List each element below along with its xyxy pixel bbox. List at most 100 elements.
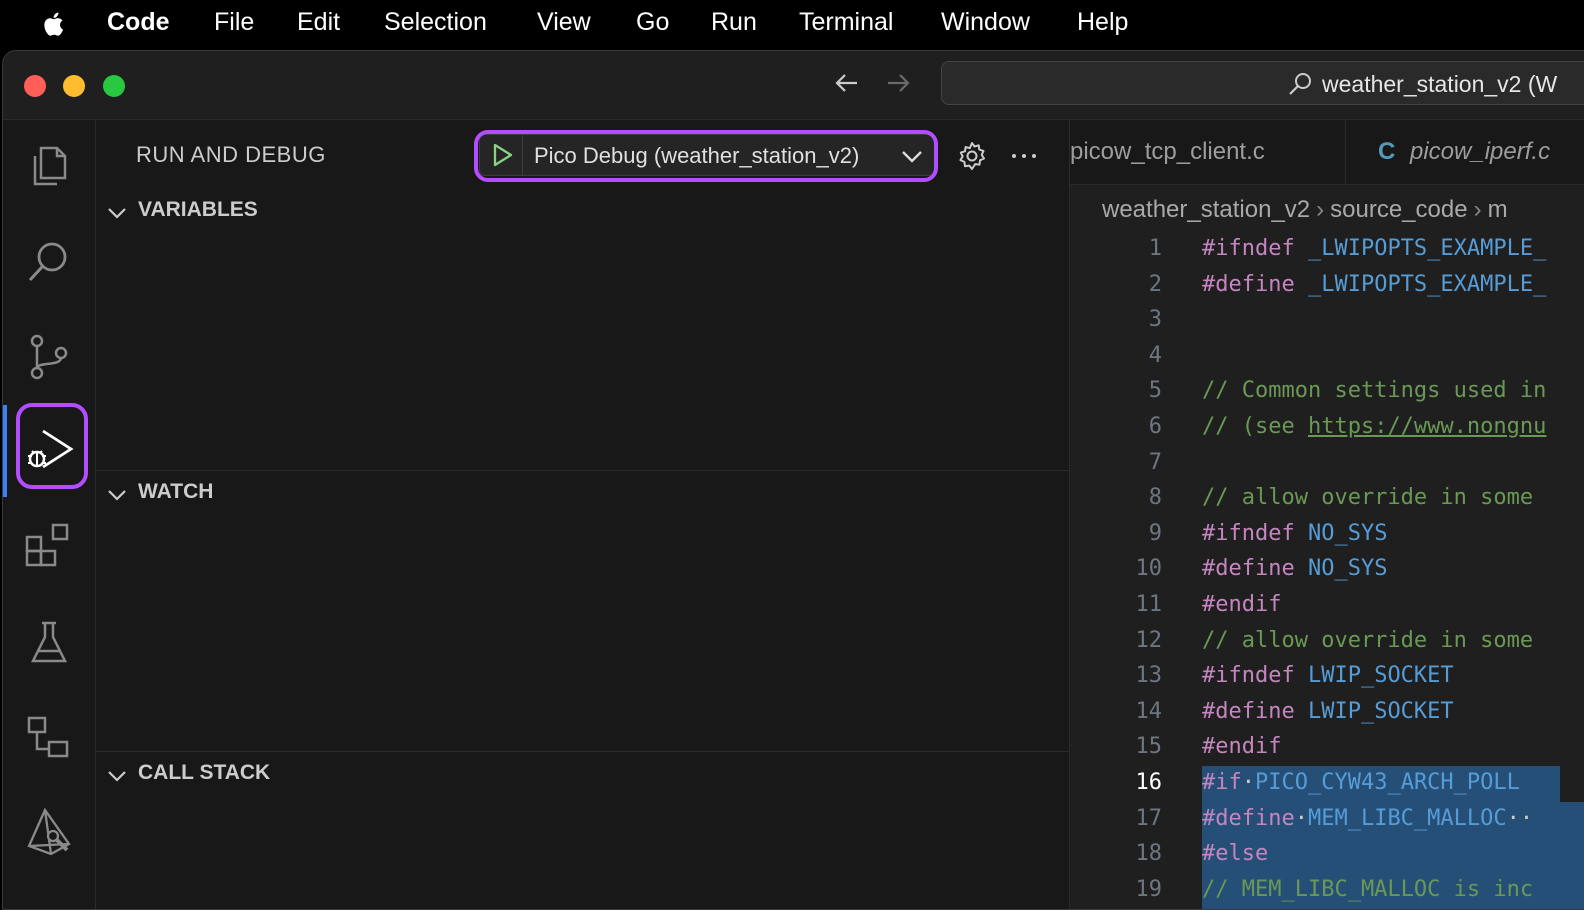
code-text: #define LWIP_SOCKET bbox=[1202, 699, 1454, 724]
code-line[interactable]: 9 #ifndef NO_SYS bbox=[1070, 517, 1584, 553]
code-line[interactable]: 8 // allow override in some bbox=[1070, 481, 1584, 517]
code-line[interactable]: 2 #define _LWIPOPTS_EXAMPLE_ bbox=[1070, 268, 1584, 304]
menu-window[interactable]: Window bbox=[941, 8, 1030, 37]
code-line[interactable]: 12 // allow override in some bbox=[1070, 624, 1584, 660]
section-divider[interactable] bbox=[96, 751, 1069, 752]
code-token: #endif bbox=[1202, 734, 1282, 760]
menu-help[interactable]: Help bbox=[1077, 8, 1128, 37]
menu-go[interactable]: Go bbox=[636, 8, 669, 37]
menu-view[interactable]: View bbox=[537, 8, 591, 37]
breadcrumb-item[interactable]: m bbox=[1488, 196, 1508, 223]
more-actions-icon[interactable] bbox=[1008, 140, 1040, 172]
code-line[interactable]: 3 bbox=[1070, 303, 1584, 339]
code-token: // MEM_LIBC_MALLOC is inc bbox=[1202, 876, 1534, 902]
code-token: #define bbox=[1202, 698, 1295, 724]
line-number: 3 bbox=[1148, 307, 1162, 333]
run-debug-highlight bbox=[16, 403, 88, 489]
code-token: #define bbox=[1202, 271, 1295, 297]
testing-icon[interactable] bbox=[23, 617, 75, 669]
command-center[interactable]: weather_station_v2 (W bbox=[941, 61, 1584, 105]
extensions-icon[interactable] bbox=[23, 521, 75, 573]
code-text: #ifndef _LWIPOPTS_EXAMPLE_ bbox=[1202, 236, 1546, 261]
apple-logo-icon[interactable] bbox=[38, 8, 70, 40]
code-line[interactable]: 1 #ifndef _LWIPOPTS_EXAMPLE_ bbox=[1070, 232, 1584, 268]
chevron-down-icon bbox=[108, 208, 126, 219]
code-token: #ifndef bbox=[1202, 520, 1295, 546]
chevron-down-icon bbox=[108, 771, 126, 782]
code-line[interactable]: 7 bbox=[1070, 446, 1584, 482]
code-line[interactable]: 5 // Common settings used in bbox=[1070, 374, 1584, 410]
code-line[interactable]: 15 #endif bbox=[1070, 730, 1584, 766]
sidebar-title: RUN AND DEBUG bbox=[136, 142, 326, 167]
menu-app-name[interactable]: Code bbox=[107, 8, 170, 37]
code-token: // allow override in some bbox=[1202, 485, 1534, 511]
gear-icon[interactable] bbox=[956, 140, 988, 172]
tab-picow-tcp-client[interactable]: picow_tcp_client.c bbox=[1070, 120, 1345, 184]
menu-bar: Code File Edit Selection View Go Run Ter… bbox=[0, 0, 1584, 46]
explorer-icon[interactable] bbox=[23, 140, 75, 192]
code-line[interactable]: 17 #define·MEM_LIBC_MALLOC·· bbox=[1070, 801, 1584, 838]
code-text: #define·MEM_LIBC_MALLOC·· bbox=[1202, 806, 1533, 831]
breadcrumb-item[interactable]: weather_station_v2 bbox=[1102, 196, 1310, 223]
forward-arrow-icon[interactable] bbox=[882, 67, 914, 99]
active-indicator bbox=[3, 405, 7, 497]
code-token: LWIP_SOCKET bbox=[1307, 663, 1454, 689]
code-line[interactable]: 10 #define NO_SYS bbox=[1070, 552, 1584, 588]
code-token: #define bbox=[1202, 556, 1295, 582]
menu-run[interactable]: Run bbox=[711, 8, 757, 37]
code-text: // MEM_LIBC_MALLOC is inc bbox=[1202, 877, 1533, 902]
line-number: 16 bbox=[1135, 770, 1163, 795]
run-debug-sidebar: RUN AND DEBUG Pico Debug (weather_statio… bbox=[96, 120, 1070, 909]
tab-picow-iperf[interactable]: C picow_iperf.c bbox=[1346, 120, 1584, 184]
code-line[interactable]: 11 #endif bbox=[1070, 588, 1584, 624]
zoom-window-button[interactable] bbox=[103, 75, 125, 97]
activity-bar bbox=[3, 120, 96, 909]
code-token: // (see bbox=[1202, 414, 1308, 439]
menu-terminal[interactable]: Terminal bbox=[799, 8, 893, 37]
editor-tabs: picow_tcp_client.c C picow_iperf.c bbox=[1070, 120, 1584, 185]
line-number: 1 bbox=[1148, 236, 1162, 261]
line-number: 12 bbox=[1135, 627, 1163, 653]
code-token: #ifndef bbox=[1202, 236, 1295, 261]
search-icon[interactable] bbox=[23, 236, 75, 288]
code-token: _LWIPOPTS_EXAMPLE_ bbox=[1307, 271, 1547, 297]
line-number: 8 bbox=[1148, 485, 1162, 511]
tab-label: picow_tcp_client.c bbox=[1070, 138, 1265, 165]
menu-edit[interactable]: Edit bbox=[297, 8, 340, 37]
minimize-window-button[interactable] bbox=[63, 75, 85, 97]
menu-selection[interactable]: Selection bbox=[384, 8, 487, 37]
close-window-button[interactable] bbox=[24, 75, 46, 97]
code-line[interactable]: 19 // MEM_LIBC_MALLOC is inc bbox=[1070, 872, 1584, 909]
code-token: https://www.nongnu bbox=[1307, 414, 1547, 439]
code-line[interactable]: 14 #define LWIP_SOCKET bbox=[1070, 695, 1584, 731]
code-text: #endif bbox=[1202, 592, 1281, 617]
code-text: // allow override in some bbox=[1202, 485, 1533, 510]
code-line[interactable]: 4 bbox=[1070, 339, 1584, 375]
back-arrow-icon[interactable] bbox=[831, 67, 863, 99]
remote-explorer-icon[interactable] bbox=[23, 712, 75, 764]
source-control-icon[interactable] bbox=[23, 331, 75, 383]
code-token: NO_SYS bbox=[1307, 556, 1388, 582]
pico-icon[interactable] bbox=[23, 806, 75, 858]
code-line[interactable]: 6 // (see https://www.nongnu bbox=[1070, 410, 1584, 446]
line-number: 11 bbox=[1135, 592, 1163, 617]
call-stack-title: CALL STACK bbox=[138, 761, 271, 784]
code-line[interactable]: 13 #ifndef LWIP_SOCKET bbox=[1070, 659, 1584, 695]
code-line[interactable]: 18 #else bbox=[1070, 837, 1584, 874]
breadcrumb-item[interactable]: source_code bbox=[1330, 196, 1467, 223]
code-token: · bbox=[1294, 805, 1308, 831]
section-divider[interactable] bbox=[96, 470, 1069, 471]
menu-file[interactable]: File bbox=[214, 8, 254, 37]
code-text: #ifndef NO_SYS bbox=[1202, 521, 1387, 546]
code-token: // allow override in some bbox=[1202, 627, 1534, 653]
code-token: #endif bbox=[1202, 592, 1282, 617]
code-text: #if·PICO_CYW43_ARCH_POLL bbox=[1202, 770, 1520, 795]
code-line[interactable]: 16 #if·PICO_CYW43_ARCH_POLL bbox=[1070, 766, 1584, 802]
launch-config-highlight bbox=[474, 130, 938, 182]
code-text: // Common settings used in bbox=[1202, 378, 1546, 403]
code-token: · bbox=[1241, 770, 1255, 795]
